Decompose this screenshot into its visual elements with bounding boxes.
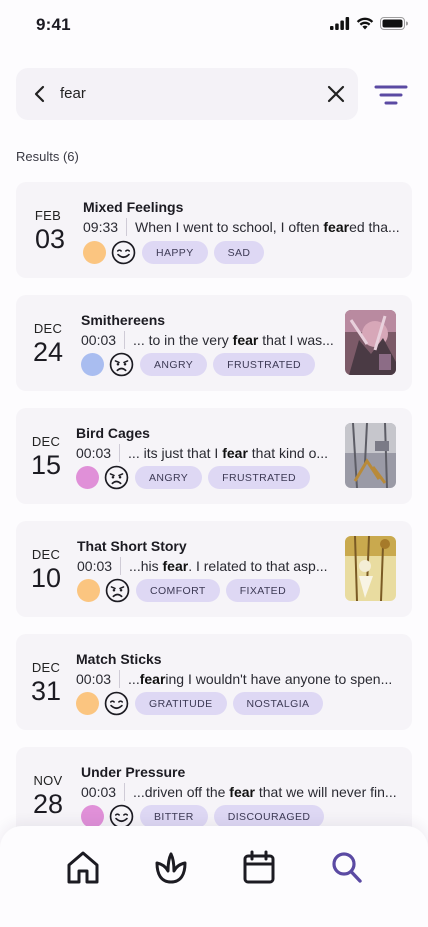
entry-month: NOV [33,773,63,788]
entry-time: 00:03 [81,332,117,348]
emotion-tag[interactable]: HAPPY [142,241,208,264]
mood-color-dot [76,466,99,489]
entry-thumbnail [345,423,396,488]
entry-day: 31 [30,676,62,706]
emotion-tag[interactable]: FIXATED [225,579,301,602]
emotion-tag[interactable]: BITTER [140,805,208,828]
entry-day: 24 [32,337,64,367]
chevron-left-icon[interactable] [28,82,52,106]
mood-color-dot [83,241,106,264]
entry-preview: 00:03 ...driven off the fear that we wil… [81,783,397,801]
entry-card[interactable]: FEB 03 Mixed Feelings 09:33 When I went … [16,182,412,278]
entry-preview: 00:03 ... its just that I fear that kind… [76,444,328,462]
entry-day: 28 [32,789,64,819]
close-icon[interactable] [324,82,348,106]
entry-preview: 00:03 ...fearing I wouldn't have anyone … [76,670,392,688]
mood-row: ANGRY FRUSTRATED [76,465,310,490]
entry-time: 00:03 [76,445,112,461]
entry-title: That Short Story [77,538,187,554]
emotion-tag[interactable]: FRUSTRATED [213,353,315,376]
smile-icon [104,691,129,716]
entry-day: 15 [30,450,62,480]
mood-row: COMFORT FIXATED [77,578,301,603]
bottom-nav [0,826,428,927]
lotus-icon[interactable] [153,848,189,886]
status-time: 9:41 [36,15,71,34]
entry-month: DEC [31,434,61,449]
entry-title: Smithereens [81,312,166,328]
emotion-tag[interactable]: FRUSTRATED [208,466,310,489]
entry-thumbnail [345,536,396,601]
entry-time: 00:03 [77,558,113,574]
mood-color-dot [81,805,104,828]
entry-preview: 00:03 ...his fear. I related to that asp… [77,557,328,575]
entry-day: 03 [34,224,66,254]
battery-icon [380,17,408,30]
entry-excerpt: ...his fear. I related to that asp... [129,558,328,574]
results-count: Results (6) [16,149,79,164]
entry-title: Match Sticks [76,651,162,667]
status-bar: 9:41 [0,0,428,52]
wifi-icon [356,17,374,30]
emotion-tag[interactable]: SAD [213,241,265,264]
entry-day: 10 [30,563,62,593]
entry-excerpt: ... its just that I fear that kind o... [128,445,329,461]
entry-card[interactable]: DEC 10 That Short Story 00:03 ...his fea… [16,521,412,617]
entry-card[interactable]: DEC 24 Smithereens 00:03 ... to in the v… [16,295,412,391]
entry-excerpt: ...fearing I wouldn't have anyone to spe… [128,671,393,687]
home-icon[interactable] [65,848,101,886]
mood-row: HAPPY SAD [83,240,265,265]
entry-time: 09:33 [83,219,119,235]
smile-icon [111,240,136,265]
mood-row: GRATITUDE NOSTALGIA [76,691,324,716]
entry-preview: 09:33 When I went to school, I often fea… [83,218,400,236]
emotion-tag[interactable]: GRATITUDE [135,692,227,715]
entry-card[interactable]: DEC 31 Match Sticks 00:03 ...fearing I w… [16,634,412,730]
entry-excerpt: ...driven off the fear that we will neve… [133,784,397,800]
entry-month: DEC [33,321,63,336]
entry-title: Bird Cages [76,425,150,441]
worried-face-icon [109,352,134,377]
entry-excerpt: When I went to school, I often feared th… [135,219,400,235]
mood-color-dot [77,579,100,602]
search-bar[interactable]: fear [16,68,358,120]
entry-title: Mixed Feelings [83,199,184,215]
search-icon[interactable] [329,848,365,886]
entry-month: FEB [34,208,62,223]
entry-title: Under Pressure [81,764,186,780]
filter-icon[interactable] [372,80,410,110]
emotion-tag[interactable]: DISCOURAGED [213,805,325,828]
search-input[interactable]: fear [60,85,86,102]
entry-card[interactable]: DEC 15 Bird Cages 00:03 ... its just tha… [16,408,412,504]
worried-face-icon [104,465,129,490]
calendar-icon[interactable] [241,848,277,886]
entry-preview: 00:03 ... to in the very fear that I was… [81,331,334,349]
mood-color-dot [81,353,104,376]
signal-icon [330,17,350,30]
entry-time: 00:03 [81,784,117,800]
entry-month: DEC [31,547,61,562]
mood-row: ANGRY FRUSTRATED [81,352,315,377]
mood-color-dot [76,692,99,715]
emotion-tag[interactable]: ANGRY [135,466,203,489]
worried-face-icon [105,578,130,603]
entry-month: DEC [31,660,61,675]
entry-time: 00:03 [76,671,112,687]
entry-thumbnail [345,310,396,375]
emotion-tag[interactable]: ANGRY [140,353,208,376]
emotion-tag[interactable]: NOSTALGIA [232,692,324,715]
entry-excerpt: ... to in the very fear that I was... [133,332,334,348]
emotion-tag[interactable]: COMFORT [136,579,220,602]
